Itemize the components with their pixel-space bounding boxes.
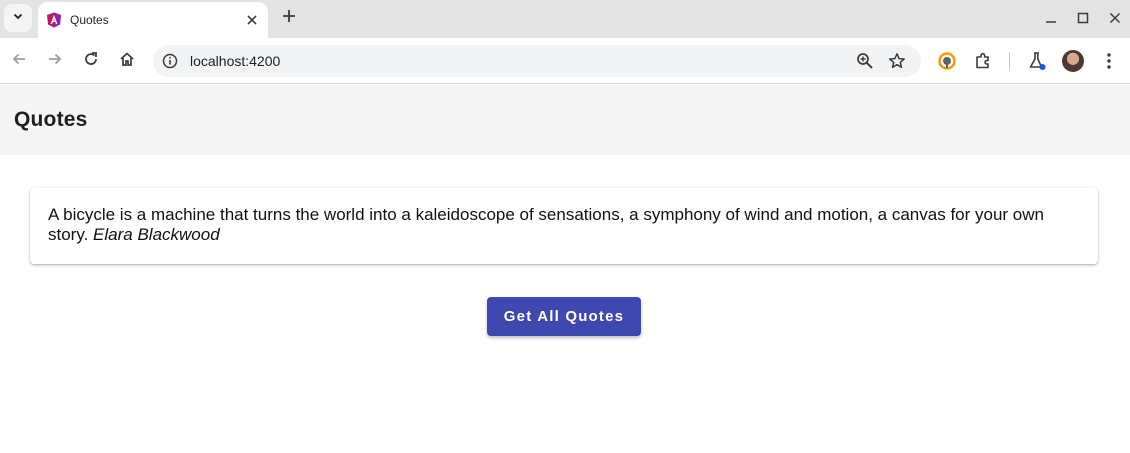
app-header: Quotes [0, 85, 1130, 155]
tab-search-button[interactable] [4, 4, 32, 32]
maximize-icon[interactable] [1074, 9, 1092, 27]
address-bar[interactable]: localhost:4200 [153, 45, 921, 77]
close-icon[interactable] [242, 10, 262, 30]
arrow-right-icon [47, 51, 63, 72]
minimize-icon[interactable] [1042, 9, 1060, 27]
reload-button[interactable] [80, 50, 102, 72]
new-tab-button[interactable] [278, 7, 300, 29]
flask-icon[interactable] [1026, 50, 1048, 72]
chevron-down-icon [12, 9, 24, 27]
home-button[interactable] [116, 50, 138, 72]
zoom-icon[interactable] [855, 51, 875, 71]
plus-icon [282, 9, 296, 28]
forward-button[interactable] [44, 50, 66, 72]
arrow-left-icon [11, 51, 27, 72]
browser-toolbar: localhost:4200 [0, 38, 1130, 84]
star-icon[interactable] [887, 51, 907, 71]
browser-tab-active[interactable]: Quotes [38, 2, 268, 38]
puzzle-icon[interactable] [972, 50, 994, 72]
home-icon [119, 51, 135, 72]
back-button[interactable] [8, 50, 30, 72]
page-title: Quotes [14, 108, 88, 131]
angular-icon [46, 12, 62, 28]
toolbar-divider [1009, 52, 1010, 70]
vpn-extension-icon[interactable] [936, 50, 958, 72]
reload-icon [83, 51, 99, 72]
browser-tabstrip: Quotes [0, 0, 1130, 38]
url-text[interactable]: localhost:4200 [190, 53, 280, 69]
close-window-icon[interactable] [1106, 9, 1124, 27]
quote-author: Elara Blackwood [93, 225, 220, 244]
get-all-quotes-button[interactable]: Get All Quotes [487, 297, 641, 336]
quote-card: A bicycle is a machine that turns the wo… [30, 188, 1098, 264]
kebab-menu-icon[interactable] [1098, 50, 1120, 72]
avatar[interactable] [1062, 50, 1084, 72]
tab-title: Quotes [70, 13, 109, 27]
info-icon[interactable] [161, 52, 179, 70]
